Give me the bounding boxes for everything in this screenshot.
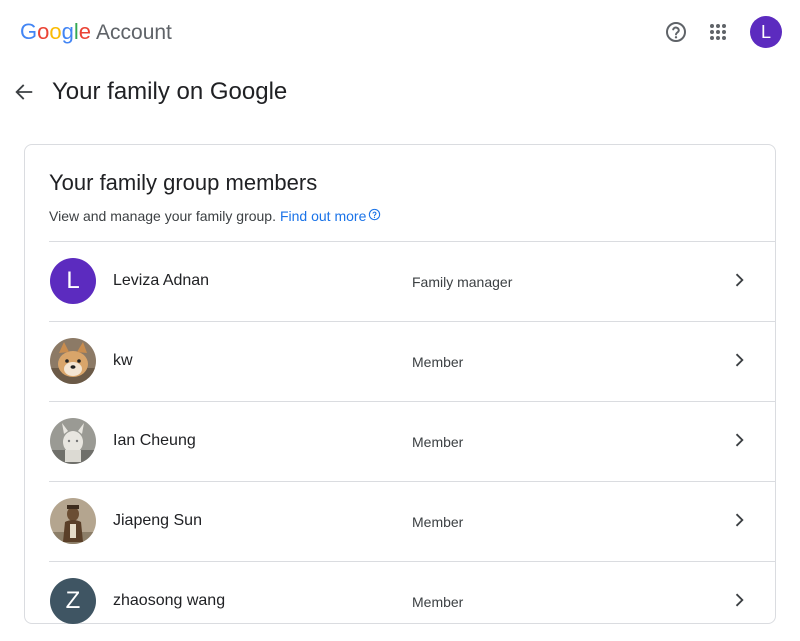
member-avatar <box>50 418 96 464</box>
logo-letter: G <box>20 19 38 44</box>
chevron-right-icon <box>727 428 751 452</box>
member-row[interactable]: L Leviza Adnan Family manager <box>49 241 776 321</box>
google-wordmark: Google <box>20 18 91 46</box>
family-members-card: Your family group members View and manag… <box>24 144 776 624</box>
member-name: Jiapeng Sun <box>113 512 202 529</box>
chevron-right-icon <box>727 348 751 372</box>
member-avatar: Z <box>50 578 96 624</box>
account-avatar[interactable]: L <box>750 16 782 48</box>
member-list: L Leviza Adnan Family manager kw Member … <box>49 241 776 641</box>
chevron-right-icon <box>727 268 751 292</box>
help-button[interactable] <box>660 16 692 48</box>
description-text: View and manage your family group. <box>49 208 276 224</box>
arrow-back-icon <box>15 84 33 100</box>
member-role: Member <box>412 514 464 530</box>
back-button[interactable] <box>10 78 38 106</box>
member-role: Member <box>412 594 464 610</box>
member-row[interactable]: Z zhaosong wang Member <box>49 561 776 641</box>
link-text: Find out more <box>279 208 367 224</box>
member-name: zhaosong wang <box>113 592 226 609</box>
member-role: Member <box>412 354 464 370</box>
member-name: Leviza Adnan <box>113 272 210 289</box>
find-out-more-link[interactable]: Find out more <box>280 206 381 226</box>
google-account-logo[interactable]: Google Account <box>20 18 172 47</box>
member-avatar: L <box>50 258 96 304</box>
member-name: kw <box>113 352 133 369</box>
member-name: Ian Cheung <box>113 432 196 449</box>
card-description: View and manage your family group. Find … <box>49 206 381 226</box>
account-label: Account <box>96 21 172 44</box>
logo-letter: o <box>37 19 50 44</box>
top-bar: Google Account L <box>0 0 800 64</box>
member-row[interactable]: Ian Cheung Member <box>49 401 776 481</box>
page-title: Your family on Google <box>52 78 288 105</box>
member-row[interactable]: Jiapeng Sun Member <box>49 481 776 561</box>
apps-button[interactable] <box>702 16 734 48</box>
member-avatar <box>50 338 96 384</box>
logo-letter: g <box>61 19 74 44</box>
help-circle-icon <box>666 22 686 42</box>
member-avatar <box>50 498 96 544</box>
member-row[interactable]: kw Member <box>49 321 776 401</box>
member-role: Member <box>412 434 464 450</box>
logo-letter: o <box>49 19 62 44</box>
chevron-right-icon <box>727 588 751 612</box>
member-role: Family manager <box>412 274 513 290</box>
card-title: Your family group members <box>49 170 318 195</box>
help-circle-small-icon <box>368 208 381 221</box>
chevron-right-icon <box>727 508 751 532</box>
logo-letter: e <box>78 19 92 44</box>
apps-grid-icon <box>710 24 726 40</box>
